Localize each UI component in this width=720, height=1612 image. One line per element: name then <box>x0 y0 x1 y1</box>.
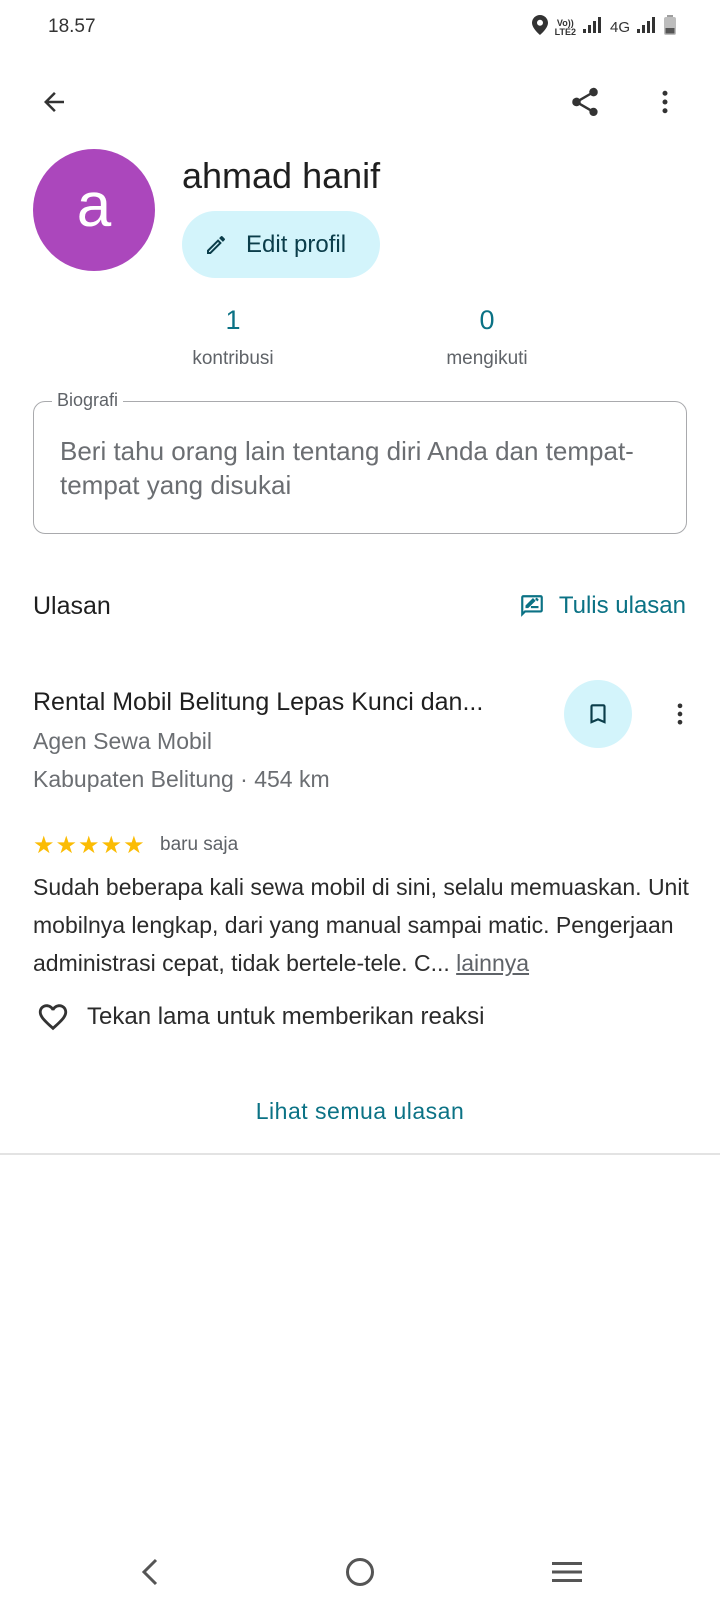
share-icon <box>572 87 598 117</box>
battery-icon <box>664 15 676 40</box>
review-place-name[interactable]: Rental Mobil Belitung Lepas Kunci dan... <box>33 688 483 717</box>
review-body: Sudah beberapa kali sewa mobil di sini, … <box>33 874 689 976</box>
status-bar: 18.57 Vo)) LTE2 4G <box>0 0 720 56</box>
volte-bottom: LTE2 <box>554 26 576 37</box>
review-more-link[interactable]: lainnya <box>456 950 529 976</box>
bio-label: Biografi <box>52 390 124 411</box>
divider <box>0 1153 720 1155</box>
bio-placeholder: Beri tahu orang lain tentang diri Anda d… <box>60 436 634 500</box>
react-button[interactable]: Tekan lama untuk memberikan reaksi <box>35 1000 485 1034</box>
avatar-letter: a <box>76 170 112 240</box>
top-app-bar <box>0 70 720 134</box>
edit-profile-label: Edit profil <box>246 230 347 258</box>
chevron-left-icon <box>141 1558 158 1586</box>
bookmark-icon <box>590 704 606 724</box>
reviews-section-title: Ulasan <box>33 592 111 620</box>
star-icon: ★ <box>33 832 55 859</box>
nav-home-button[interactable] <box>330 1550 390 1594</box>
stat-following-value: 0 <box>479 305 495 335</box>
save-place-button[interactable] <box>564 680 632 748</box>
circle-home-icon <box>346 1558 374 1586</box>
star-icon: ★ <box>78 832 100 859</box>
volte-indicator: Vo)) LTE2 <box>554 18 576 37</box>
review-more-button[interactable] <box>656 690 704 738</box>
share-button[interactable] <box>561 78 609 126</box>
signal-icon <box>582 17 603 38</box>
arrow-back-icon <box>44 92 64 112</box>
review-time: baru saja <box>160 834 239 855</box>
react-label: Tekan lama untuk memberikan reaksi <box>87 1003 485 1030</box>
star-icon: ★ <box>100 832 123 859</box>
review-text: Sudah beberapa kali sewa mobil di sini, … <box>33 868 693 982</box>
pencil-icon <box>207 235 226 254</box>
stat-following[interactable]: 0 mengikuti <box>387 305 587 370</box>
review-place-category: Agen Sewa Mobil <box>33 728 212 754</box>
network-type: 4G <box>609 19 630 36</box>
avatar: a <box>33 149 155 271</box>
nav-back-button[interactable] <box>120 1550 180 1594</box>
status-time: 18.57 <box>48 16 96 37</box>
stat-contributions-value: 1 <box>225 305 241 335</box>
signal-icon-2 <box>637 17 657 38</box>
write-review-button[interactable]: Tulis ulasan <box>519 592 686 620</box>
location-icon <box>531 15 548 40</box>
more-vert-icon <box>662 90 668 114</box>
review-place-location: Kabupaten Belitung · 454 km <box>33 766 330 792</box>
more-options-button[interactable] <box>641 78 689 126</box>
menu-icon <box>552 1562 582 1582</box>
see-all-reviews-button[interactable]: Lihat semua ulasan <box>0 1098 720 1125</box>
edit-profile-button[interactable]: Edit profil <box>182 211 380 278</box>
star-icon: ★ <box>123 832 145 859</box>
status-icons: Vo)) LTE2 4G <box>531 15 676 40</box>
system-nav-bar <box>0 1540 720 1612</box>
star-icon: ★ <box>55 832 78 859</box>
rate-review-icon <box>520 595 543 617</box>
bio-field[interactable]: Biografi Beri tahu orang lain tentang di… <box>33 390 687 534</box>
write-review-label: Tulis ulasan <box>558 592 686 619</box>
review-rating: ★ ★ ★ ★ ★ <box>33 834 145 858</box>
back-button[interactable] <box>30 78 78 126</box>
heart-outline-icon <box>38 1004 68 1031</box>
stat-following-label: mengikuti <box>446 348 528 369</box>
more-vert-icon <box>677 703 683 725</box>
profile-name: ahmad hanif <box>182 155 381 196</box>
nav-menu-button[interactable] <box>537 1550 597 1594</box>
stat-contributions-label: kontribusi <box>192 348 274 369</box>
stat-contributions[interactable]: 1 kontribusi <box>133 305 333 370</box>
